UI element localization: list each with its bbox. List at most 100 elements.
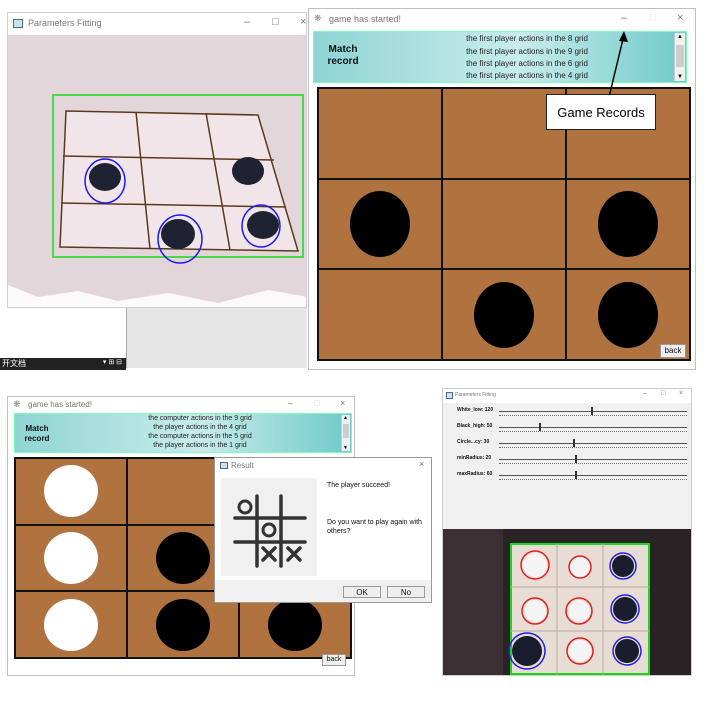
slider-knob[interactable] [573, 439, 575, 447]
app-icon [220, 462, 228, 469]
record-entry: the computer actions in the 5 grid [148, 433, 252, 440]
board-cell-5[interactable] [441, 177, 567, 271]
scroll-down-icon[interactable]: ▼ [677, 74, 683, 80]
slider-max-radius[interactable]: maxRadius: 60 [451, 469, 687, 485]
slider-panel: White_low: 120 Black_high: 50 Circle...c… [443, 403, 691, 529]
dialog-titlebar: Result × [215, 458, 431, 474]
slider-label: maxRadius: 60 [457, 471, 493, 477]
record-label-line2: record [327, 56, 359, 67]
slider-knob[interactable] [575, 471, 577, 479]
scroll-up-icon[interactable]: ▲ [677, 34, 683, 40]
minimize-button[interactable]: – [244, 16, 250, 28]
black-piece [598, 281, 658, 348]
result-message: The player succeed! [327, 482, 391, 489]
close-button[interactable]: × [419, 459, 424, 469]
black-piece [156, 532, 210, 584]
record-scrollbar[interactable]: ▲ ▼ [341, 415, 350, 451]
detected-piece [566, 637, 594, 665]
panel-a-window: Parameters Fitting – □ × [7, 12, 307, 308]
black-piece [598, 191, 658, 257]
close-button[interactable]: × [679, 390, 683, 397]
play-again-question: Do you want to play again with others? [327, 519, 422, 535]
app-icon [446, 392, 453, 399]
maximize-button[interactable]: □ [314, 398, 319, 408]
detected-piece [565, 597, 593, 625]
slider-knob[interactable] [539, 423, 541, 431]
close-button[interactable]: × [677, 12, 683, 24]
record-entry: the player actions in the 4 grid [153, 424, 247, 431]
detected-piece [521, 597, 549, 625]
record-entry: the computer actions in the 9 grid [148, 415, 252, 422]
panel-d-window: Parameters Fitting – □ × White_low: 120 … [442, 388, 692, 676]
panel-c-titlebar: ❋ game has started! – □ × [8, 397, 354, 413]
no-button[interactable]: No [387, 586, 425, 598]
scroll-thumb[interactable] [676, 45, 684, 67]
maximize-button[interactable]: □ [661, 390, 665, 397]
slider-label: White_low: 120 [457, 407, 494, 413]
slider-label: Black_high: 50 [457, 423, 493, 429]
ok-button[interactable]: OK [343, 586, 381, 598]
scroll-down-icon[interactable]: ▼ [343, 445, 348, 451]
app-icon [13, 19, 23, 28]
record-label: Match record [318, 44, 368, 68]
taskbar-fragment: 开文档 ▾ ⊞ ⊟ [0, 358, 126, 370]
white-piece [44, 465, 98, 518]
camera-board-image [443, 529, 691, 675]
maximize-button[interactable]: □ [649, 12, 656, 24]
camera-board-image [8, 35, 306, 307]
app-icon: ❋ [13, 399, 21, 409]
panel-c-title: game has started! [28, 400, 93, 409]
record-scrollbar[interactable]: ▲ ▼ [674, 33, 685, 81]
close-button[interactable]: × [300, 16, 306, 28]
minimize-button[interactable]: – [643, 390, 647, 397]
app-icon: ❋ [314, 13, 322, 23]
record-entry: the player actions in the 1 grid [153, 442, 247, 449]
detected-piece [520, 550, 550, 580]
minimize-button[interactable]: – [288, 398, 293, 408]
slider-circle-accuracy[interactable]: Circle...cy: 30 [451, 437, 687, 453]
record-label: Match record [17, 424, 57, 444]
slider-min-radius[interactable]: minRadius: 20 [451, 453, 687, 469]
panel-d-title: Parameters Fitting [455, 392, 496, 398]
record-label-line2: record [24, 434, 50, 443]
tic-tac-toe-icon [221, 478, 317, 576]
panel-b-titlebar: ❋ game has started! – □ × [309, 9, 695, 31]
match-record: Match record the computer actions in the… [14, 413, 352, 453]
callout-arrow [608, 31, 628, 98]
panel-d-titlebar: Parameters Fitting – □ × [443, 389, 691, 403]
dialog-title: Result [231, 461, 254, 470]
black-piece [350, 191, 410, 257]
white-piece [44, 532, 98, 584]
slider-knob[interactable] [591, 407, 593, 415]
slider-label: minRadius: 20 [457, 455, 492, 461]
maximize-button[interactable]: □ [272, 16, 279, 28]
panel-b-title: game has started! [329, 14, 402, 24]
scroll-up-icon[interactable]: ▲ [343, 415, 348, 421]
result-dialog: Result × The player succeed! Do you want… [214, 457, 432, 603]
black-piece [268, 598, 322, 651]
board-cell-7[interactable] [317, 268, 443, 361]
panel-b-window: ❋ game has started! – □ × Match record t… [308, 8, 696, 370]
panel-a-titlebar: Parameters Fitting – □ × [8, 13, 306, 35]
black-piece [474, 281, 534, 348]
camera-view [443, 529, 691, 675]
record-label-line1: Match [328, 44, 358, 55]
camera-view [8, 35, 306, 307]
close-button[interactable]: × [340, 398, 345, 408]
slider-black-high[interactable]: Black_high: 50 [451, 421, 687, 437]
board-cell-1[interactable] [317, 87, 443, 180]
taskbar-icons: ▾ ⊞ ⊟ [102, 359, 122, 366]
slider-white-low[interactable]: White_low: 120 [451, 405, 687, 421]
panel-a-title: Parameters Fitting [28, 18, 102, 28]
detected-piece [610, 594, 640, 624]
slider-knob[interactable] [575, 455, 577, 463]
detected-piece [508, 632, 546, 670]
white-piece [44, 598, 98, 651]
detected-piece [609, 552, 637, 580]
record-label-line1: Match [25, 424, 49, 433]
detected-piece [232, 157, 264, 185]
minimize-button[interactable]: – [621, 12, 627, 24]
scroll-thumb[interactable] [343, 424, 349, 438]
back-button[interactable]: back [660, 344, 686, 358]
back-button[interactable]: back [322, 654, 346, 666]
